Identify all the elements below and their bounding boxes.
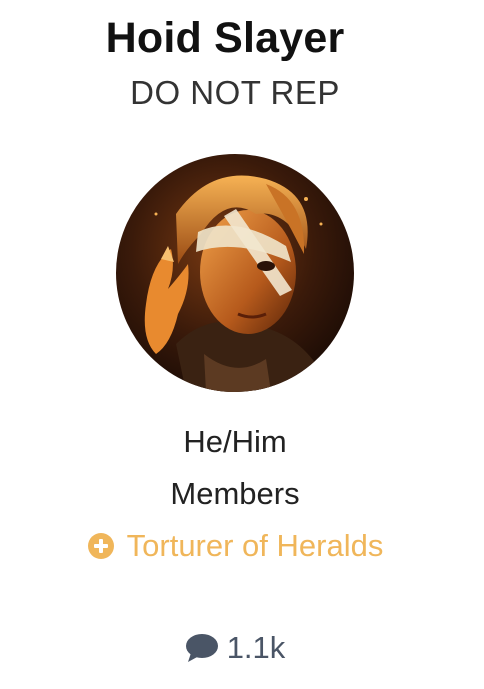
user-title: DO NOT REP (130, 74, 340, 111)
award-label: Torturer of Heralds (126, 528, 384, 563)
avatar[interactable] (116, 154, 354, 392)
comment-icon (185, 634, 218, 662)
comment-count: 1.1k (226, 630, 286, 665)
profile-card: Hoid Slayer DO NOT REP He/Him Members To… (0, 0, 484, 689)
plus-circle-icon (87, 533, 114, 559)
username[interactable]: Hoid Slayer (0, 14, 450, 63)
pronouns: He/Him (183, 424, 287, 459)
user-group: Members (170, 476, 300, 511)
comment-stats[interactable]: 1.1k (0, 630, 470, 666)
avatar-image (116, 154, 354, 392)
award-badge[interactable]: Torturer of Heralds (0, 528, 470, 564)
